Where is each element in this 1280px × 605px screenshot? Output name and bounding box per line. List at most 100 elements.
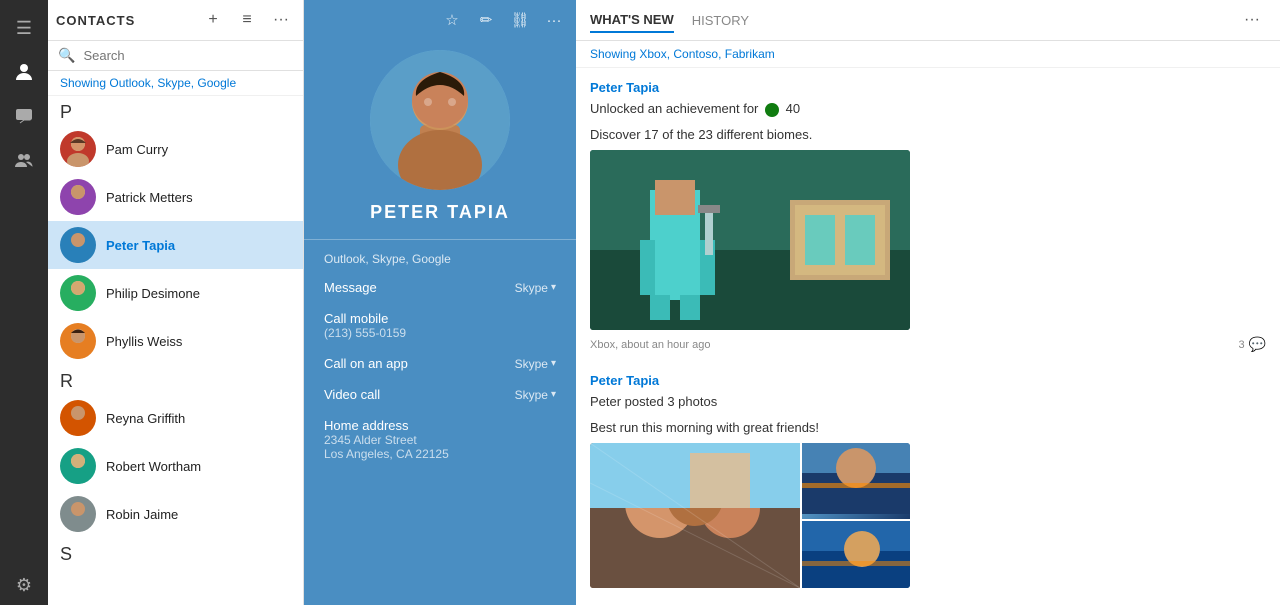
news-photos-title: Peter posted 3 photos: [590, 392, 1266, 412]
detail-avatar: [370, 50, 510, 190]
news-author-peter-1[interactable]: Peter Tapia: [590, 80, 659, 95]
list-view-icon[interactable]: ≡: [233, 6, 261, 34]
contact-item-reyna[interactable]: Reyna Griffith: [48, 394, 303, 442]
contact-name-patrick: Patrick Metters: [106, 190, 193, 205]
tab-whats-new[interactable]: WHAT'S NEW: [590, 8, 674, 33]
detail-row-call-app[interactable]: Call on an app Skype ▾: [324, 356, 556, 371]
contact-item-robert[interactable]: Robert Wortham: [48, 442, 303, 490]
photo-collage: [590, 443, 910, 588]
contact-item-robin[interactable]: Robin Jaime: [48, 490, 303, 538]
news-sources-link[interactable]: Xbox, Contoso, Fabrikam: [639, 47, 774, 61]
detail-row-message[interactable]: Message Skype ▾: [324, 280, 556, 295]
avatar-robin: [60, 496, 96, 532]
call-mobile-number: (213) 555-0159: [324, 326, 556, 340]
detail-row-video[interactable]: Video call Skype ▾: [324, 387, 556, 402]
contact-name-robin: Robin Jaime: [106, 507, 178, 522]
photo-right: [802, 443, 910, 588]
call-app-chevron: ▾: [551, 358, 556, 369]
news-more-icon[interactable]: ···: [1238, 6, 1266, 34]
news-achievement-desc: Discover 17 of the 23 different biomes.: [590, 125, 1266, 145]
contact-name-pam: Pam Curry: [106, 142, 168, 157]
detail-avatar-wrap: [304, 40, 576, 202]
contacts-sources-link[interactable]: Outlook, Skype, Google: [109, 76, 236, 90]
contacts-more-icon[interactable]: ···: [267, 6, 295, 34]
favorite-icon[interactable]: ☆: [438, 6, 466, 34]
news-achievement-text: Unlocked an achievement for 40: [590, 99, 1266, 119]
address-line1: 2345 Alder Street: [324, 433, 556, 447]
search-box: 🔍: [48, 41, 303, 71]
contact-name-reyna: Reyna Griffith: [106, 411, 185, 426]
tab-history[interactable]: HISTORY: [692, 9, 749, 32]
detail-contact-name: PETER TAPIA: [304, 202, 576, 239]
photo-top-right: [802, 443, 910, 519]
video-chevron: ▾: [551, 389, 556, 400]
contact-item-patrick[interactable]: Patrick Metters: [48, 173, 303, 221]
detail-row-call-mobile[interactable]: Call mobile (213) 555-0159: [324, 311, 556, 340]
detail-more-icon[interactable]: ···: [540, 6, 568, 34]
address-line2: Los Angeles, CA 22125: [324, 447, 556, 461]
detail-row-address: Home address 2345 Alder Street Los Angel…: [324, 418, 556, 461]
address-label: Home address: [324, 418, 556, 433]
contact-item-philip[interactable]: Philip Desimone: [48, 269, 303, 317]
minecraft-image: [590, 150, 910, 330]
photo-left: [590, 443, 800, 588]
settings-nav-icon[interactable]: ⚙: [4, 565, 44, 605]
news-header: WHAT'S NEW HISTORY ···: [576, 0, 1280, 41]
xbox-comment-count: 3 💬: [1238, 336, 1266, 353]
call-app-provider: Skype ▾: [515, 357, 556, 371]
news-body: Peter Tapia Unlocked an achievement for …: [576, 68, 1280, 605]
news-author-peter-2[interactable]: Peter Tapia: [590, 373, 659, 388]
contacts-showing-bar: Showing Outlook, Skype, Google: [48, 71, 303, 96]
detail-panel: ☆ ✏ ⛓ ··· PETER TAPIA Outlook, Skype,: [304, 0, 576, 605]
contacts-panel: CONTACTS + ≡ ··· 🔍 Showing Outlook, Skyp…: [48, 0, 304, 605]
people-nav-icon[interactable]: [4, 52, 44, 92]
video-provider: Skype ▾: [515, 388, 556, 402]
letter-r-header: R: [48, 365, 303, 394]
message-label: Message: [324, 280, 377, 295]
detail-body: Outlook, Skype, Google Message Skype ▾ C…: [304, 240, 576, 605]
search-icon: 🔍: [58, 47, 75, 64]
avatar-philip: [60, 275, 96, 311]
news-meta-xbox: Xbox, about an hour ago 3 💬: [590, 336, 1266, 353]
detail-actions-bar: ☆ ✏ ⛓ ···: [304, 0, 576, 40]
news-showing-bar: Showing Xbox, Contoso, Fabrikam: [576, 41, 1280, 68]
contacts-list: P Pam Curry Patrick Metters Peter Tapia …: [48, 96, 303, 605]
xbox-source-text: Xbox, about an hour ago: [590, 339, 710, 351]
add-contact-icon[interactable]: +: [199, 6, 227, 34]
xbox-icon: [765, 103, 779, 117]
news-photos-desc: Best run this morning with great friends…: [590, 418, 1266, 438]
search-input[interactable]: [83, 48, 293, 63]
group-nav-icon[interactable]: [4, 140, 44, 180]
detail-sources: Outlook, Skype, Google: [324, 252, 556, 266]
news-item-xbox: Peter Tapia Unlocked an achievement for …: [590, 80, 1266, 353]
link-contact-icon[interactable]: ⛓: [506, 6, 534, 34]
contact-item-phyllis[interactable]: Phyllis Weiss: [48, 317, 303, 365]
contacts-title: CONTACTS: [56, 13, 193, 28]
video-call-label: Video call: [324, 387, 380, 402]
news-panel: WHAT'S NEW HISTORY ··· Showing Xbox, Con…: [576, 0, 1280, 605]
contact-name-phyllis: Phyllis Weiss: [106, 334, 182, 349]
contact-name-philip: Philip Desimone: [106, 286, 200, 301]
nav-bar: ☰ ⚙: [0, 0, 48, 605]
photo-bottom-right: [802, 521, 910, 588]
avatar-pam: [60, 131, 96, 167]
letter-p-header: P: [48, 96, 303, 125]
news-item-photos-header: Peter Tapia: [590, 373, 1266, 388]
avatar-patrick: [60, 179, 96, 215]
contact-name-robert: Robert Wortham: [106, 459, 201, 474]
hamburger-icon[interactable]: ☰: [4, 8, 44, 48]
avatar-phyllis: [60, 323, 96, 359]
chat-nav-icon[interactable]: [4, 96, 44, 136]
comment-bubble-icon: 💬: [1249, 336, 1266, 353]
call-app-label: Call on an app: [324, 356, 408, 371]
contact-item-pam[interactable]: Pam Curry: [48, 125, 303, 173]
edit-contact-icon[interactable]: ✏: [472, 6, 500, 34]
avatar-robert: [60, 448, 96, 484]
news-item-xbox-header: Peter Tapia: [590, 80, 1266, 95]
avatar-peter: [60, 227, 96, 263]
message-chevron: ▾: [551, 282, 556, 293]
message-provider: Skype ▾: [515, 281, 556, 295]
contact-item-peter[interactable]: Peter Tapia: [48, 221, 303, 269]
contact-name-peter: Peter Tapia: [106, 238, 175, 253]
letter-s-header: S: [48, 538, 303, 567]
